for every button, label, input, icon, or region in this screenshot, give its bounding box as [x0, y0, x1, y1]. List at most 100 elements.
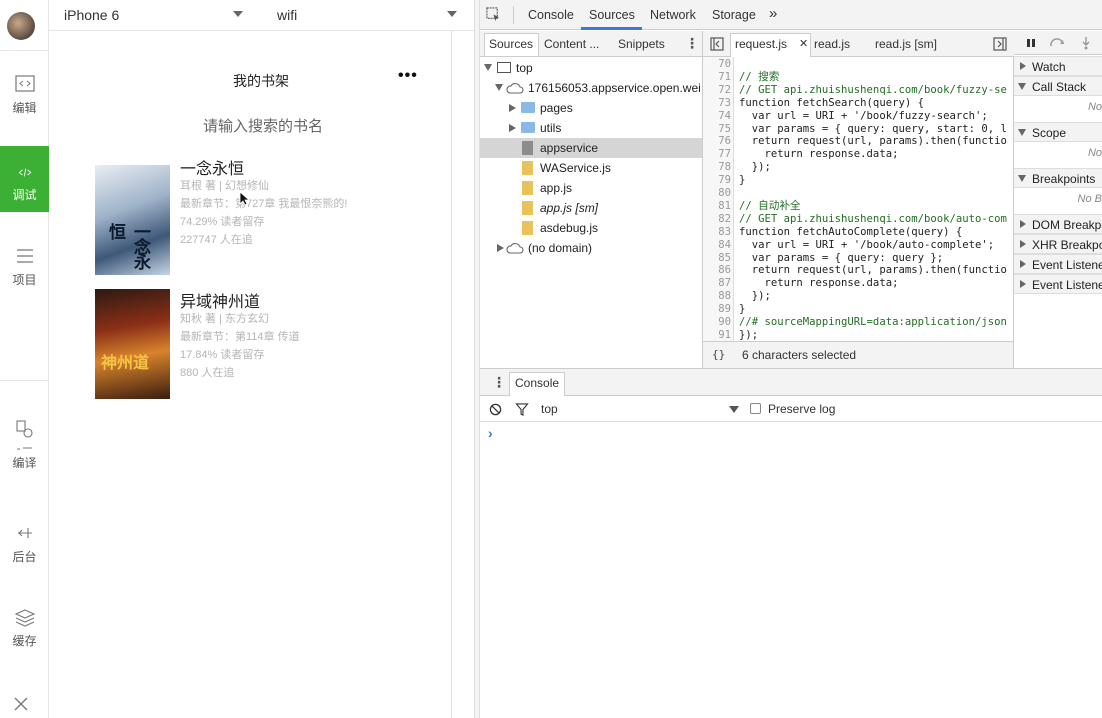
inspect-element-icon[interactable]: [486, 7, 501, 22]
tree-item-app-js-sm[interactable]: app.js [sm]: [480, 198, 702, 218]
more-tabs-button[interactable]: »: [769, 5, 777, 22]
tree-item-appservice[interactable]: appservice: [480, 138, 702, 158]
line-number[interactable]: 88: [703, 290, 731, 303]
line-number[interactable]: 72: [703, 84, 731, 97]
line-number[interactable]: 70: [703, 58, 731, 71]
chevron-down-icon[interactable]: [729, 406, 739, 413]
debug-section-header[interactable]: Scope: [1014, 122, 1102, 142]
menu-lines-icon: [16, 249, 33, 263]
close-icon[interactable]: [14, 697, 28, 711]
clear-console-icon[interactable]: [489, 403, 502, 416]
tree-item-origin[interactable]: 176156053.appservice.open.wei: [480, 78, 702, 98]
tree-item-asdebug[interactable]: asdebug.js: [480, 218, 702, 238]
pause-icon[interactable]: [1026, 38, 1036, 48]
book-cover[interactable]: 一念永恒: [95, 165, 170, 275]
close-tab-icon[interactable]: ✕: [799, 37, 808, 50]
line-number[interactable]: 90: [703, 316, 731, 329]
pretty-print-button[interactable]: {}: [712, 348, 725, 361]
editor-tab-read-js[interactable]: read.js: [814, 37, 850, 51]
editor-tab-request-js[interactable]: request.js: [735, 37, 787, 51]
collapsed-arrow-icon: [1020, 240, 1026, 248]
line-number[interactable]: 76: [703, 135, 731, 148]
line-number[interactable]: 73: [703, 97, 731, 110]
rail-background[interactable]: 后台: [0, 522, 49, 566]
network-select[interactable]: wifi: [277, 7, 297, 23]
book-cover[interactable]: 神州道: [95, 289, 170, 399]
line-number[interactable]: 71: [703, 71, 731, 84]
code-line: 71 // 搜索: [703, 70, 1013, 84]
code-editor[interactable]: 70 71 // 搜索 72 // GET api.zhuishushenqi.com/…: [703, 57, 1014, 341]
debug-section-header[interactable]: Call Stack: [1014, 76, 1102, 96]
line-number[interactable]: 81: [703, 200, 731, 213]
nav-tab-snippets[interactable]: Snippets: [618, 37, 665, 51]
device-select[interactable]: iPhone 6: [64, 7, 119, 23]
more-menu-button[interactable]: •••: [398, 67, 418, 85]
debug-section-header[interactable]: Watch: [1014, 56, 1102, 76]
line-number[interactable]: 85: [703, 252, 731, 265]
editor-tab-read-js-sm[interactable]: read.js [sm]: [875, 37, 937, 51]
chevron-down-icon[interactable]: [447, 11, 457, 17]
console-output[interactable]: ›: [480, 422, 1102, 718]
toggle-debugger-icon[interactable]: [993, 37, 1007, 51]
tab-storage[interactable]: Storage: [712, 8, 756, 22]
rail-cache[interactable]: 缓存: [0, 606, 49, 650]
filter-icon[interactable]: [515, 403, 529, 416]
tree-item-waservice[interactable]: WAService.js: [480, 158, 702, 178]
line-number[interactable]: 74: [703, 110, 731, 123]
book-title[interactable]: 一念永恒: [180, 155, 244, 179]
tab-sources[interactable]: Sources: [589, 8, 635, 22]
debug-section-header[interactable]: Event Listene: [1014, 254, 1102, 274]
line-number[interactable]: 89: [703, 303, 731, 316]
tree-item-pages[interactable]: pages: [480, 98, 702, 118]
toggle-navigator-icon[interactable]: [710, 37, 724, 51]
code-line: 88 });: [703, 290, 1013, 303]
tab-network[interactable]: Network: [650, 8, 696, 22]
tree-item-app-js[interactable]: app.js: [480, 178, 702, 198]
tree-item-no-domain[interactable]: (no domain): [480, 238, 702, 258]
line-number[interactable]: 91: [703, 329, 731, 341]
line-number[interactable]: 79: [703, 174, 731, 187]
avatar[interactable]: [7, 12, 35, 40]
line-number[interactable]: 86: [703, 264, 731, 277]
code-text: // 搜索: [739, 70, 780, 83]
console-prompt[interactable]: ›: [488, 425, 493, 441]
search-input[interactable]: 请输入搜索的书名: [203, 115, 323, 136]
collapsed-arrow-icon: [509, 124, 516, 132]
drawer-tab-console[interactable]: Console: [515, 376, 559, 390]
context-select[interactable]: top: [541, 402, 558, 416]
line-number[interactable]: 80: [703, 187, 731, 200]
code-line: 80: [703, 187, 1013, 200]
preserve-log-checkbox[interactable]: [750, 403, 761, 414]
line-number[interactable]: 77: [703, 148, 731, 161]
code-line: 78 });: [703, 161, 1013, 174]
nav-tab-sources[interactable]: Sources: [489, 37, 533, 51]
background-icon: [17, 528, 32, 538]
kebab-menu-icon[interactable]: ⋮: [685, 35, 699, 52]
line-number[interactable]: 75: [703, 123, 731, 136]
debug-section-header[interactable]: DOM Breakpo: [1014, 214, 1102, 234]
step-over-icon[interactable]: [1049, 38, 1067, 48]
tree-item-top[interactable]: top: [480, 58, 702, 78]
js-file-icon: [522, 221, 533, 235]
rail-edit[interactable]: 编辑: [0, 73, 49, 133]
line-number[interactable]: 87: [703, 277, 731, 290]
kebab-menu-icon[interactable]: ⋮: [492, 374, 506, 391]
book-title[interactable]: 异域神州道: [180, 288, 260, 312]
rail-compile[interactable]: 编译: [0, 410, 49, 480]
rail-debug[interactable]: 调试: [0, 146, 49, 212]
nav-tab-content-scripts[interactable]: Content ...: [544, 37, 599, 51]
line-number[interactable]: 83: [703, 226, 731, 239]
tree-item-utils[interactable]: utils: [480, 118, 702, 138]
step-into-icon[interactable]: [1081, 36, 1091, 50]
rail-project[interactable]: 项目: [0, 245, 49, 295]
line-number[interactable]: 78: [703, 161, 731, 174]
rail-label: 缓存: [12, 634, 37, 648]
debug-section-header[interactable]: Breakpoints: [1014, 168, 1102, 188]
line-number[interactable]: 82: [703, 213, 731, 226]
debug-section-header[interactable]: XHR Breakpo: [1014, 234, 1102, 254]
debug-section-header[interactable]: Event Listene: [1014, 274, 1102, 294]
tab-console[interactable]: Console: [528, 8, 574, 22]
chevron-down-icon[interactable]: [233, 11, 243, 17]
book-author: 耳根 著 | 幻想修仙: [180, 180, 270, 192]
line-number[interactable]: 84: [703, 239, 731, 252]
